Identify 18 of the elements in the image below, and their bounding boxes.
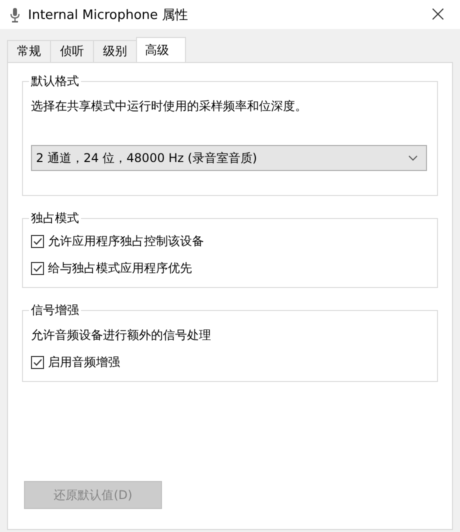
description-text: 允许音频设备进行额外的信号处理 xyxy=(31,327,212,344)
checkbox-label: 启用音频增强 xyxy=(48,354,120,371)
tab[interactable]: 常规 xyxy=(7,40,51,62)
checkbox-label: 允许应用程序独占控制该设备 xyxy=(48,233,204,250)
close-button[interactable]: × xyxy=(416,0,460,29)
group-title: 独占模式 xyxy=(29,210,81,227)
window-title: Internal Microphone 属性 xyxy=(28,6,190,24)
checkbox[interactable] xyxy=(31,262,44,275)
tab[interactable]: 高级 xyxy=(136,37,186,62)
format-dropdown[interactable]: 2 通道，24 位，48000 Hz (录音室音质) xyxy=(31,145,427,171)
checkbox[interactable] xyxy=(31,235,44,248)
checkbox[interactable] xyxy=(31,356,44,369)
checkbox-label: 给与独占模式应用程序优先 xyxy=(48,260,192,277)
microphone-icon xyxy=(10,6,20,22)
group-title: 默认格式 xyxy=(29,73,81,90)
description-text: 选择在共享模式中运行时使用的采样频率和位深度。 xyxy=(31,98,308,115)
group-title: 信号增强 xyxy=(29,302,81,319)
chevron-icon xyxy=(408,155,418,161)
